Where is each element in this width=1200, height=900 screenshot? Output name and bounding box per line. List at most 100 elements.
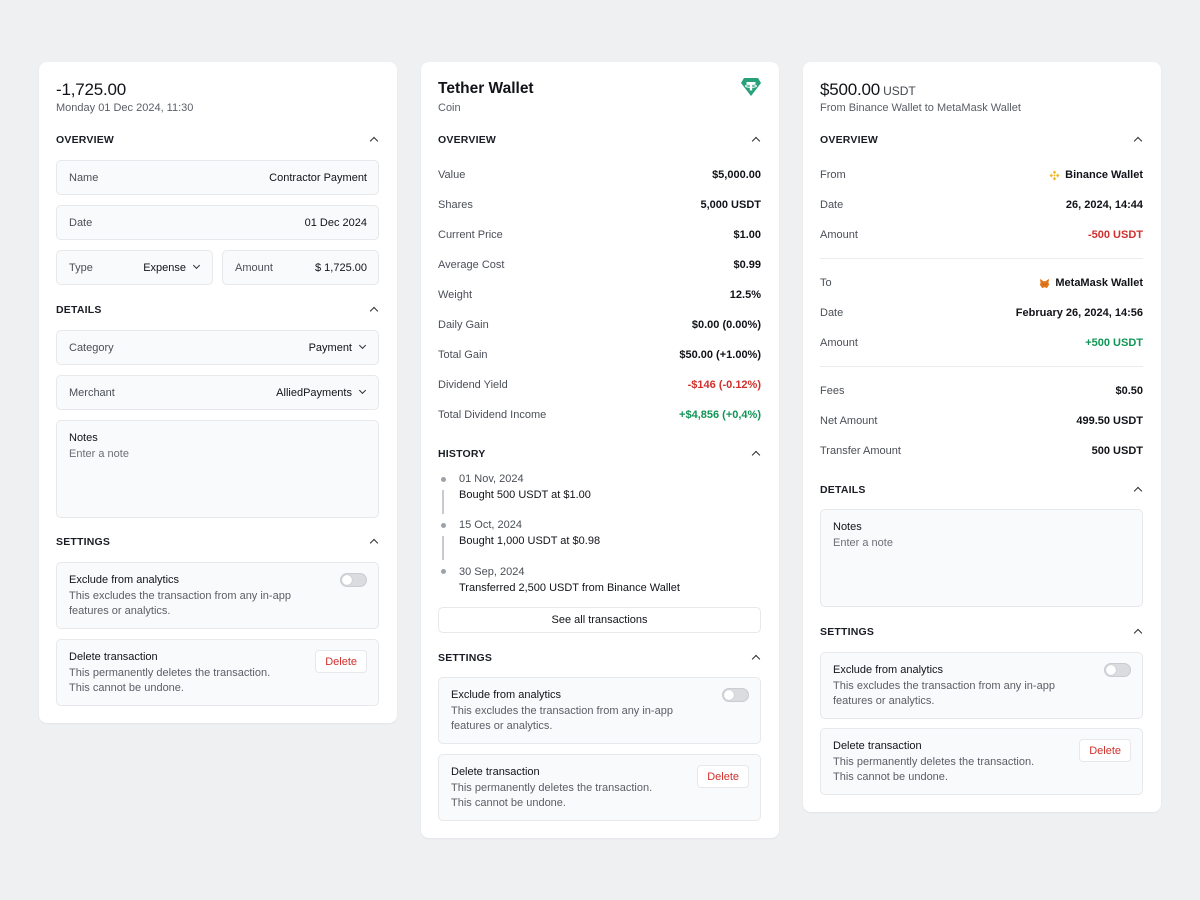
setting-desc-line: features or analytics. <box>69 605 171 617</box>
settings-section-header[interactable]: SETTINGS <box>438 650 761 666</box>
history-item: 30 Sep, 2024 Transferred 2,500 USDT from… <box>459 566 680 594</box>
from-wallet-name: Binance Wallet <box>1065 169 1143 181</box>
history-text: Transferred 2,500 USDT from Binance Wall… <box>459 582 680 594</box>
row-label: Net Amount <box>820 415 878 427</box>
chevron-up-icon[interactable] <box>1133 627 1143 637</box>
overview-section-header[interactable]: OVERVIEW <box>438 132 761 148</box>
exclude-analytics-toggle[interactable] <box>1104 663 1131 677</box>
delete-button[interactable]: Delete <box>315 650 367 673</box>
history-item: 01 Nov, 2024 Bought 500 USDT at $1.00 <box>459 473 591 501</box>
history-date: 01 Nov, 2024 <box>459 473 524 485</box>
transfer-card: $500.00 USDT From Binance Wallet to MetaM… <box>803 62 1161 812</box>
type-select[interactable]: Type Expense <box>56 250 213 285</box>
field-value: 01 Dec 2024 <box>304 216 367 229</box>
field-value: Expense <box>143 262 201 274</box>
wallet-subtitle: Coin <box>438 102 461 114</box>
details-section-header[interactable]: DETAILS <box>820 482 1143 498</box>
to-date-row: Date February 26, 2024, 14:56 <box>820 305 1143 321</box>
overview-section-header[interactable]: OVERVIEW <box>56 132 379 148</box>
chevron-down-icon <box>193 263 201 271</box>
row-value: February 26, 2024, 14:56 <box>1015 307 1143 319</box>
chevron-up-icon[interactable] <box>751 449 761 459</box>
setting-description: This excludes the transaction from any i… <box>451 704 748 734</box>
delete-button[interactable]: Delete <box>697 765 749 788</box>
section-title: OVERVIEW <box>820 134 879 146</box>
merchant-value: AlliedPayments <box>276 386 352 399</box>
setting-desc-line: This cannot be undone. <box>451 797 566 809</box>
exclude-analytics-toggle[interactable] <box>722 688 749 702</box>
chevron-up-icon[interactable] <box>369 537 379 547</box>
transfer-amount-row: Transfer Amount 500 USDT <box>820 443 1143 459</box>
settings-section-header[interactable]: SETTINGS <box>820 624 1143 640</box>
row-value: -500 USDT <box>1087 229 1143 241</box>
name-field[interactable]: Name Contractor Payment <box>56 160 379 195</box>
wallet-card: Tether Wallet Coin OVERVIEW Value $5,000… <box>421 62 779 838</box>
fees-row: Fees $0.50 <box>820 383 1143 399</box>
type-value: Expense <box>143 261 186 274</box>
field-label: Category <box>69 341 114 354</box>
row-label: Value <box>438 169 466 181</box>
merchant-select[interactable]: Merchant AlliedPayments <box>56 375 379 410</box>
date-field[interactable]: Date 01 Dec 2024 <box>56 205 379 240</box>
delete-transaction-setting: Delete transaction This permanently dele… <box>820 728 1143 795</box>
timeline-dot <box>441 477 446 482</box>
category-select[interactable]: Category Payment <box>56 330 379 365</box>
delete-button[interactable]: Delete <box>1079 739 1131 762</box>
overview-row: Value $5,000.00 <box>438 167 761 183</box>
timeline-line <box>442 536 444 560</box>
overview-row: Total Dividend Income +$4,856 (+0,4%) <box>438 407 761 423</box>
notes-textarea[interactable]: Notes Enter a note <box>56 420 379 518</box>
notes-placeholder: Enter a note <box>69 448 129 460</box>
chevron-up-icon[interactable] <box>1133 485 1143 495</box>
row-value: $50.00 (+1.00%) <box>679 349 761 361</box>
net-amount-row: Net Amount 499.50 USDT <box>820 413 1143 429</box>
details-section-header[interactable]: DETAILS <box>56 302 379 318</box>
row-value: MetaMask Wallet <box>1039 277 1143 289</box>
to-amount-row: Amount +500 USDT <box>820 335 1143 351</box>
setting-desc-line: This excludes the transaction from any i… <box>451 705 673 717</box>
chevron-up-icon[interactable] <box>1133 135 1143 145</box>
chevron-down-icon <box>359 388 367 396</box>
delete-transaction-setting: Delete transaction This permanently dele… <box>438 754 761 821</box>
chevron-up-icon[interactable] <box>751 653 761 663</box>
to-row: To MetaMask Wallet <box>820 275 1143 291</box>
exclude-analytics-setting: Exclude from analytics This excludes the… <box>438 677 761 744</box>
to-wallet-name: MetaMask Wallet <box>1055 277 1143 289</box>
chevron-up-icon[interactable] <box>369 305 379 315</box>
overview-row: Dividend Yield -$146 (-0.12%) <box>438 377 761 393</box>
notes-label: Notes <box>833 521 862 533</box>
amount-field[interactable]: Amount $ 1,725.00 <box>222 250 379 285</box>
row-label: Total Gain <box>438 349 488 361</box>
setting-desc-line: This cannot be undone. <box>69 682 184 694</box>
chevron-up-icon[interactable] <box>751 135 761 145</box>
exclude-analytics-setting: Exclude from analytics This excludes the… <box>56 562 379 629</box>
row-label: Transfer Amount <box>820 445 901 457</box>
row-label: Total Dividend Income <box>438 409 547 421</box>
setting-description: This excludes the transaction from any i… <box>833 679 1130 709</box>
settings-section-header[interactable]: SETTINGS <box>56 534 379 550</box>
chevron-up-icon[interactable] <box>369 135 379 145</box>
overview-row: Current Price $1.00 <box>438 227 761 243</box>
field-label: Merchant <box>69 386 115 399</box>
row-value: $5,000.00 <box>712 169 761 181</box>
divider <box>820 366 1143 367</box>
category-value: Payment <box>308 341 352 354</box>
notes-textarea[interactable]: Notes Enter a note <box>820 509 1143 607</box>
notes-placeholder: Enter a note <box>833 537 893 549</box>
transfer-amount: $500.00 USDT <box>820 80 916 100</box>
field-label: Amount <box>235 261 273 274</box>
setting-description: This excludes the transaction from any i… <box>69 589 366 619</box>
overview-section-header[interactable]: OVERVIEW <box>820 132 1143 148</box>
history-date: 30 Sep, 2024 <box>459 566 525 578</box>
divider <box>820 258 1143 259</box>
setting-desc-line: features or analytics. <box>451 720 553 732</box>
history-section-header[interactable]: HISTORY <box>438 446 761 462</box>
history-item: 15 Oct, 2024 Bought 1,000 USDT at $0.98 <box>459 519 600 547</box>
delete-transaction-setting: Delete transaction This permanently dele… <box>56 639 379 706</box>
exclude-analytics-toggle[interactable] <box>340 573 367 587</box>
history-text: Bought 500 USDT at $1.00 <box>459 489 591 501</box>
section-title: DETAILS <box>820 484 866 496</box>
setting-desc-line: This excludes the transaction from any i… <box>833 680 1055 692</box>
row-label: Amount <box>820 229 858 241</box>
see-all-transactions-button[interactable]: See all transactions <box>438 607 761 633</box>
